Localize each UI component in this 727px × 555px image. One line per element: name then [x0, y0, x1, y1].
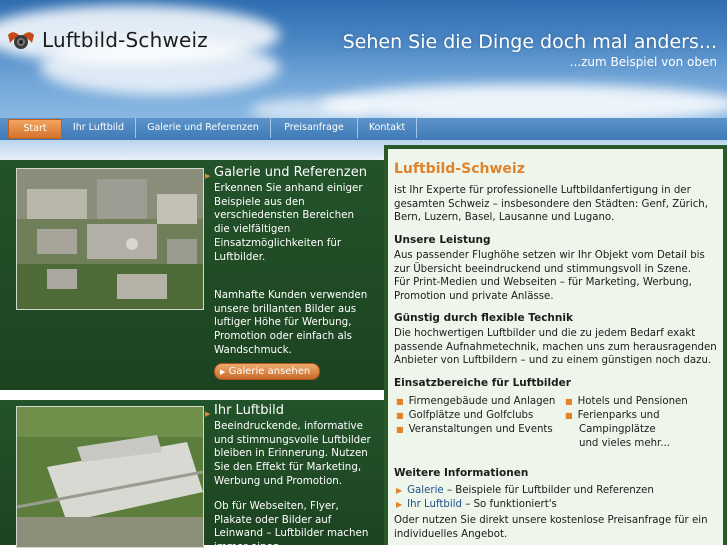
bullet-icon: ■	[396, 425, 404, 434]
bullet-icon: ■	[396, 397, 404, 406]
section-text: Die hochwertigen Luftbilder und die zu j…	[394, 328, 717, 367]
promo-gallery: ▶ Galerie und Referenzen Erkennen Sie an…	[0, 160, 384, 390]
closing-text: Oder nutzen Sie direkt unsere kostenlose…	[394, 515, 708, 540]
list-item: ■ Golfplätze und Golfclubs	[396, 410, 534, 421]
promo-text: Erkennen Sie anhand einiger Beispiele au…	[214, 182, 363, 263]
logo[interactable]: Luftbild-Schweiz	[0, 18, 225, 64]
info-item: ▶ Galerie – Beispiele für Luftbilder und …	[396, 485, 654, 496]
cloud-decoration	[320, 84, 727, 118]
nav-item-galerie[interactable]: Galerie und Referenzen	[136, 118, 271, 138]
main-nav: Start Ihr Luftbild Galerie und Referenze…	[0, 118, 727, 140]
arrow-icon: ▶	[396, 486, 403, 495]
aerial-city-image[interactable]	[16, 168, 204, 310]
promo-title: Ihr Luftbild	[214, 403, 284, 418]
promo-text: Namhafte Kunden verwenden unsere brillan…	[214, 289, 368, 356]
gallery-button-label: Galerie ansehen	[228, 366, 311, 377]
subslogan: ...zum Beispiel von oben	[569, 55, 717, 69]
bullet-icon: ■	[396, 411, 404, 420]
intro-text: ist Ihr Experte für professionelle Luftb…	[394, 185, 708, 224]
nav-item-preisanfrage[interactable]: Preisanfrage	[271, 118, 358, 138]
galerie-link[interactable]: Galerie	[407, 485, 444, 496]
gallery-button[interactable]: ▶ Galerie ansehen	[214, 363, 320, 380]
slogan: Sehen Sie die Dinge doch mal anders...	[342, 31, 717, 53]
list-item: ■ Hotels und Pensionen	[565, 396, 688, 407]
arrow-icon: ▶	[396, 500, 403, 509]
bullet-icon: ■	[565, 397, 573, 406]
logo-text: Luftbild-Schweiz	[42, 28, 209, 52]
nav-item-start[interactable]: Start	[8, 119, 62, 139]
promo-text: Beeindruckende, informative und stimmung…	[214, 420, 371, 487]
section-text: Aus passender Flughöhe setzen wir Ihr Ob…	[394, 250, 705, 275]
panel-title: Luftbild-Schweiz	[394, 161, 525, 177]
arrow-icon: ▶	[205, 410, 211, 418]
promo-text: Ob für Webseiten, Flyer, Plakate oder Bi…	[214, 500, 369, 554]
section-text: Für Print-Medien und Webseiten – für Mar…	[394, 277, 692, 302]
list-item: ■ Firmengebäude und Anlagen	[396, 396, 556, 407]
info-panel: Luftbild-Schweiz ist Ihr Experte für pro…	[384, 145, 727, 545]
section-heading: Günstig durch flexible Technik	[394, 312, 573, 324]
nav-item-kontakt[interactable]: Kontakt	[358, 118, 417, 138]
cloud-decoration	[250, 98, 370, 118]
info-item: ▶ Ihr Luftbild – So funktioniert's	[396, 499, 557, 510]
list-item: ■ Ferienparks und Campingplätze	[565, 410, 660, 435]
left-column: ▶ Galerie und Referenzen Erkennen Sie an…	[0, 160, 384, 553]
promo-luftbild: ▶ Ihr Luftbild Beeindruckende, informati…	[0, 400, 384, 553]
ihr-luftbild-link[interactable]: Ihr Luftbild	[407, 499, 462, 510]
arrow-icon: ▶	[220, 368, 226, 376]
list-item: ■ Veranstaltungen und Events	[396, 424, 553, 435]
list-item: und vieles mehr...	[579, 438, 671, 449]
header-banner: Luftbild-Schweiz Sehen Sie die Dinge doc…	[0, 0, 727, 118]
bullet-icon: ■	[565, 411, 573, 420]
section-heading: Weitere Informationen	[394, 467, 529, 479]
arrow-icon: ▶	[205, 172, 211, 180]
section-heading: Einsatzbereiche für Luftbilder	[394, 377, 571, 389]
aerial-warehouse-image[interactable]	[16, 406, 204, 548]
section-heading: Unsere Leistung	[394, 234, 491, 246]
nav-item-ihr-luftbild[interactable]: Ihr Luftbild	[62, 118, 136, 138]
promo-title: Galerie und Referenzen	[214, 165, 367, 180]
camera-wings-icon	[8, 32, 34, 49]
info-panel-body: Luftbild-Schweiz ist Ihr Experte für pro…	[388, 149, 723, 545]
